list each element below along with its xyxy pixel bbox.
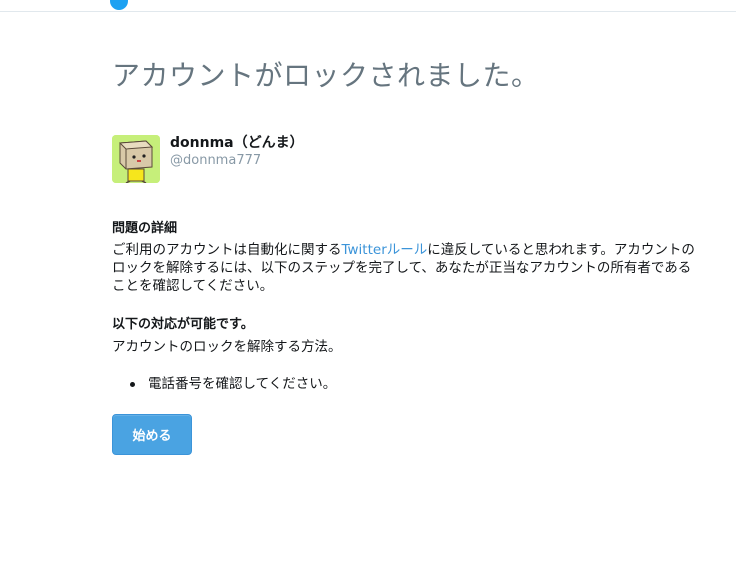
box-character-avatar-icon — [112, 135, 160, 183]
account-fullname[interactable]: donnma（どんま） — [170, 134, 304, 152]
page-title: アカウントがロックされました。 — [112, 59, 540, 92]
main-content: アカウントがロックされました。 donnma（どんま） @donnma777 問… — [112, 59, 712, 455]
options-heading: 以下の対応が可能です。 — [112, 317, 254, 332]
details-text: ご利用のアカウントは自動化に関するTwitterルールに違反していると思われます… — [112, 241, 704, 295]
details-text-before: ご利用のアカウントは自動化に関する — [112, 242, 342, 258]
top-navigation-bar — [0, 0, 736, 12]
start-button[interactable]: 始める — [112, 414, 192, 455]
avatar — [112, 135, 160, 183]
details-heading: 問題の詳細 — [112, 221, 178, 236]
twitter-rules-link[interactable]: Twitterルール — [342, 242, 428, 258]
bullet-icon — [130, 382, 135, 387]
step-text: 電話番号を確認してください。 — [148, 376, 337, 392]
account-screenname[interactable]: @donnma777 — [170, 152, 261, 170]
account-card: donnma（どんま） @donnma777 — [112, 134, 532, 184]
list-item: 電話番号を確認してください。 — [112, 375, 336, 393]
unlock-steps-list: 電話番号を確認してください。 — [112, 375, 336, 393]
twitter-logo-icon[interactable] — [110, 0, 128, 10]
options-subtext: アカウントのロックを解除する方法。 — [112, 339, 342, 355]
